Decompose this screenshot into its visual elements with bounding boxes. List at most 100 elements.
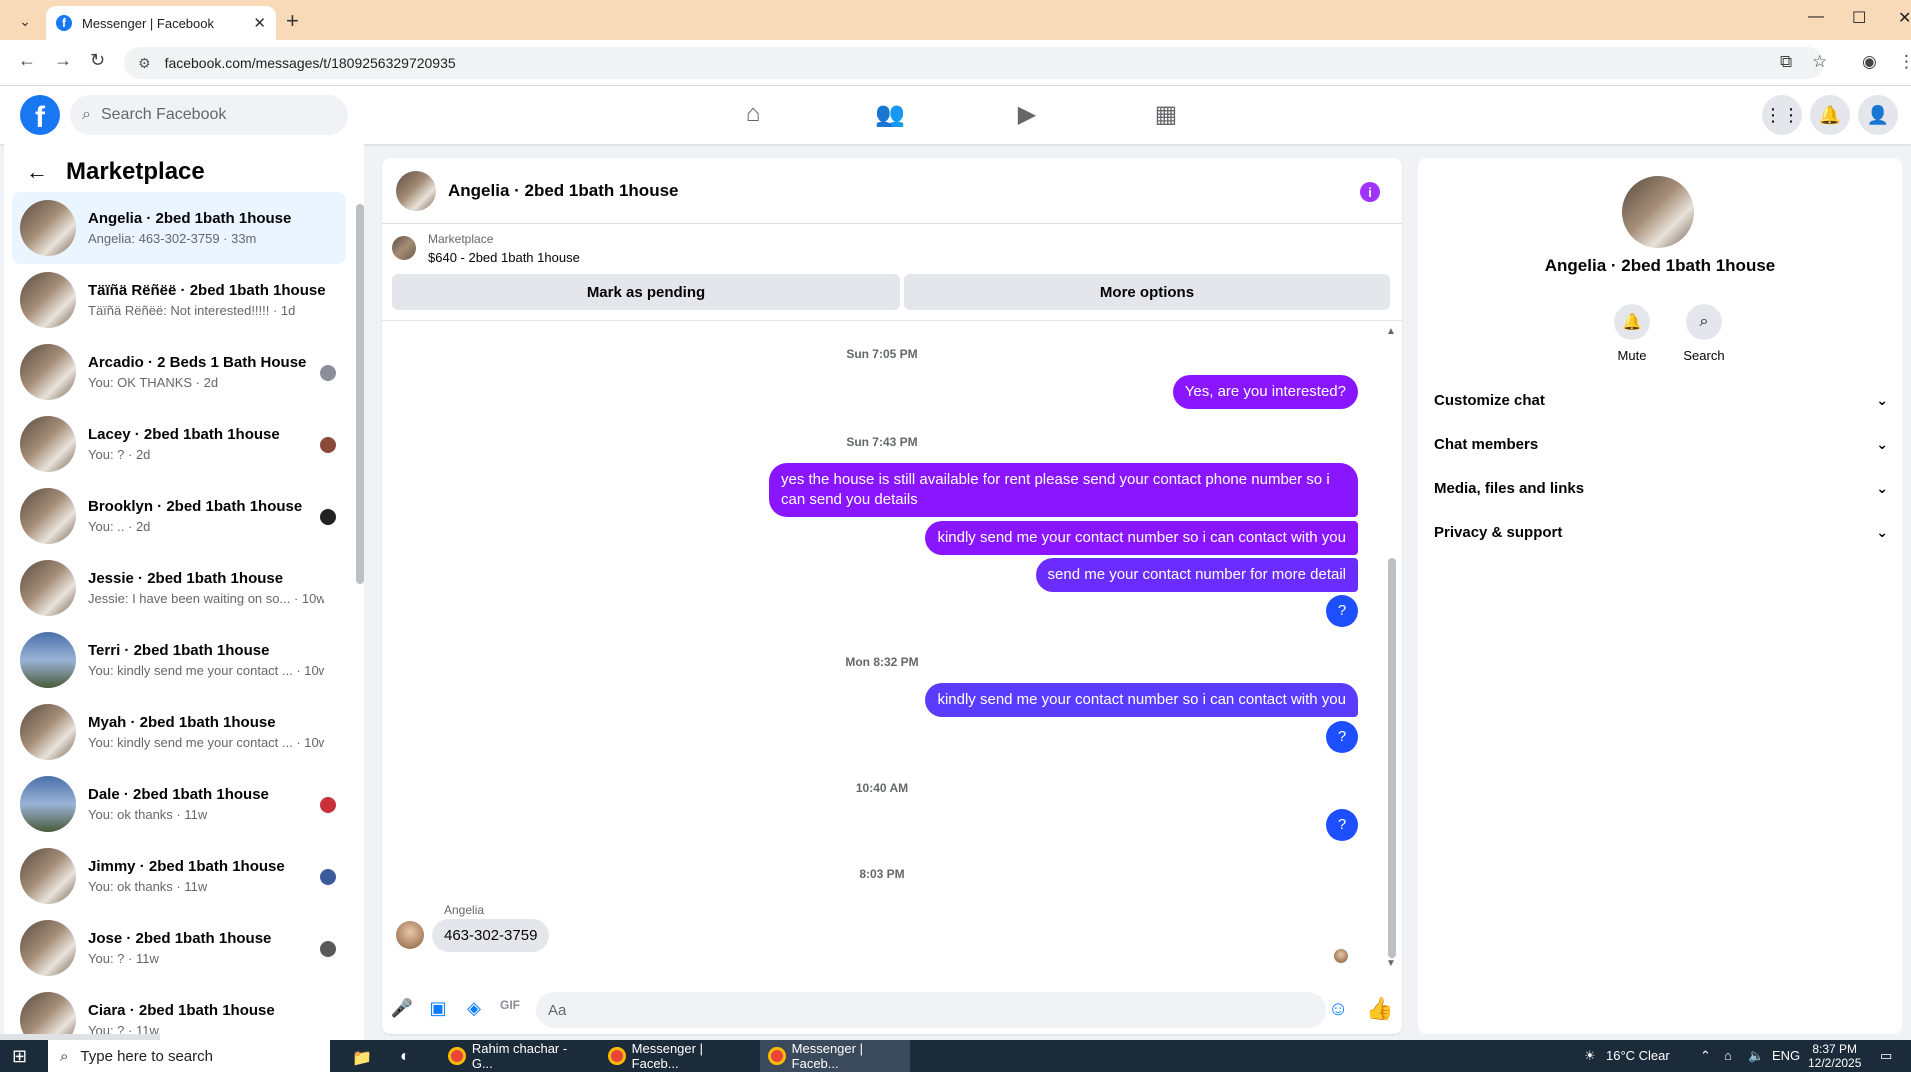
forward-icon[interactable]: → — [54, 50, 72, 71]
profile-name[interactable]: Angelia · 2bed 1bath 1house — [1418, 256, 1902, 276]
taskbar-app-chrome-active[interactable]: Messenger | Faceb... — [760, 1040, 910, 1072]
more-options-button[interactable]: More options — [904, 274, 1390, 310]
conversation-name: Dale · 2bed 1bath 1house — [88, 786, 269, 803]
window-close-icon[interactable]: ✕ — [1898, 8, 1911, 28]
chat-avatar[interactable] — [396, 170, 436, 211]
conversation-item[interactable]: Dale · 2bed 1bath 1house You: ok thanks ·… — [12, 768, 346, 840]
address-bar[interactable]: ⚙ facebook.com/messages/t/18092563297209… — [124, 47, 1824, 79]
browser-tab[interactable]: f Messenger | Facebook ✕ — [46, 6, 276, 40]
reload-icon[interactable]: ↻ — [90, 50, 105, 71]
clock-time: 8:37 PM — [1812, 1042, 1858, 1056]
search-in-chat-button[interactable]: ⌕ Search — [1674, 304, 1734, 363]
outgoing-message[interactable]: ? — [1326, 595, 1358, 627]
conversation-item[interactable]: Jose · 2bed 1bath 1house You: ? · 11w — [12, 912, 346, 984]
conversation-info-icon[interactable]: i — [1360, 182, 1380, 202]
friends-icon[interactable]: 👥 — [870, 100, 910, 129]
bookmark-star-icon[interactable]: ☆ — [1812, 52, 1827, 72]
notification-center-icon[interactable]: ▭ — [1880, 1048, 1892, 1064]
taskbar-app-label: Messenger | Faceb... — [631, 1041, 703, 1071]
network-icon[interactable]: ⌂ — [1724, 1048, 1732, 1063]
incoming-message[interactable]: 463-302-3759 — [432, 919, 550, 952]
outgoing-message[interactable]: yes the house is still available for ren… — [769, 463, 1358, 517]
taskbar-search[interactable]: ⌕ Type here to search — [48, 1040, 330, 1072]
notifications-bell-icon[interactable]: 🔔 — [1810, 95, 1850, 135]
outgoing-message[interactable]: ? — [1326, 721, 1358, 753]
conversation-item[interactable]: Ciara · 2bed 1bath 1house You: ? · 11w — [12, 984, 346, 1040]
conversation-item[interactable]: Terri · 2bed 1bath 1house You: kindly sen… — [12, 624, 346, 696]
back-icon[interactable]: ← — [18, 50, 36, 71]
outgoing-message[interactable]: kindly send me your contact number so i … — [925, 683, 1358, 717]
conversation-item[interactable]: Lacey · 2bed 1bath 1house You: ? · 2d — [12, 408, 346, 480]
file-explorer-icon[interactable]: 📁 — [352, 1048, 372, 1068]
chrome-icon — [608, 1047, 626, 1065]
message-input[interactable] — [536, 992, 1326, 1028]
sender-avatar[interactable] — [396, 921, 424, 949]
message-scrollbar[interactable] — [1388, 558, 1396, 958]
conversation-item[interactable]: Angelia · 2bed 1bath 1house Angelia: 463-… — [12, 192, 346, 264]
gif-icon[interactable]: GIF — [498, 998, 522, 1012]
timestamp: Sun 7:05 PM — [846, 347, 918, 361]
weather-text[interactable]: 16°C Clear — [1606, 1048, 1670, 1063]
microphone-icon[interactable]: 🎤 — [390, 998, 414, 1019]
minimize-icon[interactable]: — — [1808, 8, 1824, 26]
listing-card[interactable]: Marketplace $640 - 2bed 1bath 1house — [392, 232, 580, 265]
mark-as-pending-button[interactable]: Mark as pending — [392, 274, 900, 310]
site-info-icon[interactable]: ⚙ — [138, 55, 151, 72]
conversation-name: Arcadio · 2 Beds 1 Bath House — [88, 354, 307, 371]
read-receipt-avatar — [320, 437, 336, 453]
outgoing-message[interactable]: ? — [1326, 809, 1358, 841]
customize-chat-section[interactable]: Customize chat ⌄ — [1434, 382, 1888, 418]
conversation-item[interactable]: Brooklyn · 2bed 1bath 1house You: .. · 2d — [12, 480, 346, 552]
app-icon[interactable]: ◐ — [400, 1048, 410, 1066]
back-arrow-icon[interactable]: ← — [26, 159, 48, 185]
attach-photo-icon[interactable]: ▣ — [426, 998, 450, 1019]
scroll-up-arrow-icon[interactable]: ▲ — [1386, 326, 1396, 337]
chevron-down-icon: ⌄ — [1876, 435, 1888, 452]
home-icon[interactable]: ⌂ — [733, 100, 773, 128]
windows-start-icon[interactable]: ⊞ — [12, 1046, 27, 1067]
facebook-search-box[interactable]: ⌕ Search Facebook — [70, 95, 348, 135]
account-avatar-icon[interactable]: 👤 — [1858, 95, 1898, 135]
conversation-item[interactable]: Jimmy · 2bed 1bath 1house You: ok thanks … — [12, 840, 346, 912]
tab-title: Messenger | Facebook — [82, 15, 214, 31]
mute-button[interactable]: 🔔 Mute — [1602, 304, 1662, 363]
marketplace-icon[interactable]: ▦ — [1146, 100, 1186, 129]
video-icon[interactable]: ▶ — [1007, 100, 1047, 129]
thumbs-up-icon[interactable]: 👍 — [1366, 996, 1393, 1022]
facebook-logo-icon[interactable]: f — [20, 95, 60, 135]
maximize-icon[interactable]: ☐ — [1852, 8, 1866, 28]
install-app-icon[interactable]: ⧉ — [1780, 52, 1792, 72]
bell-icon: 🔔 — [1614, 304, 1650, 340]
conversation-item[interactable]: Jessie · 2bed 1bath 1house Jessie: I have… — [12, 552, 346, 624]
language-indicator[interactable]: ENG — [1772, 1048, 1800, 1063]
conversation-item[interactable]: Arcadio · 2 Beds 1 Bath House You: OK THA… — [12, 336, 346, 408]
clock[interactable]: 8:37 PM 12/2/2025 — [1808, 1042, 1861, 1070]
taskbar-app-chrome[interactable]: Rahim chachar - G... — [440, 1040, 590, 1072]
conversation-item[interactable]: Myah · 2bed 1bath 1house You: kindly send… — [12, 696, 346, 768]
new-tab-icon[interactable]: + — [286, 8, 299, 34]
profile-icon[interactable]: ◉ — [1862, 52, 1877, 72]
emoji-icon[interactable]: ☺ — [1328, 998, 1348, 1021]
privacy-support-section[interactable]: Privacy & support ⌄ — [1434, 514, 1888, 550]
sticker-icon[interactable]: ◈ — [462, 998, 486, 1019]
tab-close-icon[interactable]: ✕ — [253, 14, 266, 32]
chat-members-section[interactable]: Chat members ⌄ — [1434, 426, 1888, 462]
conversation-item[interactable]: Täïñä Rëñëë · 2bed 1bath 1house Täïñä Rëñ… — [12, 264, 346, 336]
conversation-list-scrollbar[interactable] — [356, 204, 364, 584]
avatar — [20, 272, 76, 328]
outgoing-message[interactable]: Yes, are you interested? — [1172, 375, 1358, 409]
scroll-down-arrow-icon[interactable]: ▼ — [1386, 958, 1396, 969]
outgoing-message[interactable]: kindly send me your contact number so i … — [925, 521, 1358, 555]
profile-avatar[interactable] — [1622, 176, 1694, 248]
browser-menu-icon[interactable]: ⋮ — [1898, 52, 1911, 72]
taskbar-app-chrome[interactable]: Messenger | Faceb... — [600, 1040, 750, 1072]
outgoing-message[interactable]: send me your contact number for more det… — [1035, 558, 1358, 592]
tray-chevron-up-icon[interactable]: ⌃ — [1700, 1048, 1711, 1064]
weather-icon[interactable]: ☀ — [1584, 1048, 1596, 1064]
volume-icon[interactable]: 🔈 — [1748, 1048, 1764, 1064]
listing-thumbnail — [392, 236, 416, 260]
tab-search-dropdown-icon[interactable]: ⌄ — [12, 9, 38, 33]
chat-title[interactable]: Angelia · 2bed 1bath 1house — [448, 181, 679, 201]
media-files-links-section[interactable]: Media, files and links ⌄ — [1434, 470, 1888, 506]
menu-grid-icon[interactable]: ⋮⋮ — [1762, 95, 1802, 135]
